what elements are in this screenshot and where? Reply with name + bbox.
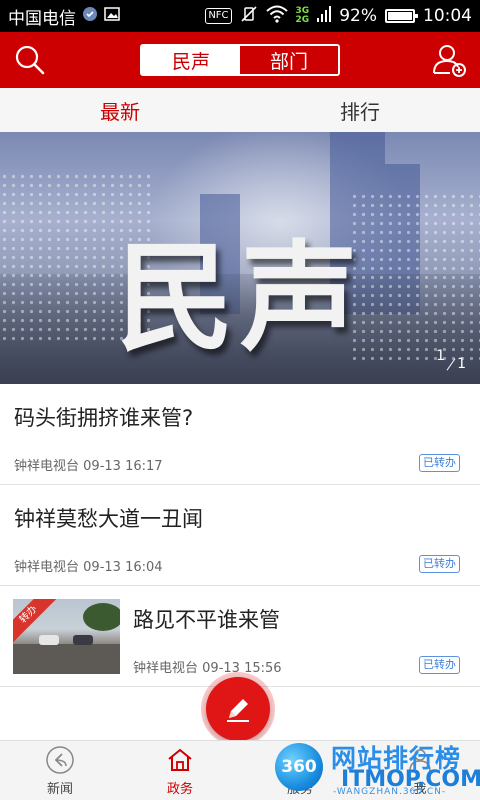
nav-label: 新闻 — [46, 781, 73, 797]
content-tabs: 最新 排行 — [0, 88, 480, 132]
news-meta: 钟祥电视台 09-13 16:17 — [14, 459, 163, 474]
vibrate-off-icon — [240, 5, 258, 28]
search-icon — [15, 45, 45, 75]
pencil-icon — [227, 699, 249, 722]
image-icon — [104, 6, 120, 27]
news-title: 钟祥莫愁大道一丑闻 — [14, 507, 203, 531]
news-meta: 钟祥电视台 09-13 15:56 — [133, 661, 282, 676]
status-badge: 已转办 — [419, 656, 460, 674]
segment-switch: 民声 部门 — [140, 44, 340, 76]
network-type-icon: 3G 2G — [295, 6, 310, 25]
signal-icon — [317, 5, 332, 28]
app-screen: 中国电信 NFC 3G 2G 92% 10:04 民声 部门 最新 排行 民声 … — [0, 0, 480, 800]
banner-carousel[interactable]: 民声 11 — [0, 132, 480, 384]
battery-percent: 92% — [339, 6, 377, 26]
nav-label: 政务 — [166, 781, 193, 797]
clock: 10:04 — [423, 6, 472, 26]
nfc-icon: NFC — [205, 8, 232, 24]
segment-bumen[interactable]: 部门 — [240, 46, 338, 74]
banner-title: 民声 — [115, 228, 364, 367]
news-meta: 钟祥电视台 09-13 16:04 — [14, 560, 163, 575]
list-item[interactable]: 码头街拥挤谁来管? 钟祥电视台 09-13 16:17 已转办 — [0, 384, 480, 485]
nav-item-news[interactable]: 新闻 — [0, 741, 120, 800]
segment-minsheng[interactable]: 民声 — [142, 46, 240, 74]
user-group-button[interactable] — [432, 42, 468, 78]
list-item[interactable]: 钟祥莫愁大道一丑闻 钟祥电视台 09-13 16:04 已转办 — [0, 485, 480, 586]
nav-item-government[interactable]: 政务 — [120, 741, 240, 800]
user-group-icon — [433, 45, 466, 77]
carrier-label: 中国电信 — [8, 8, 76, 29]
shield-icon — [82, 6, 98, 27]
banner-page-indicator: 11 — [436, 348, 466, 372]
app-header: 民声 部门 — [0, 32, 480, 88]
battery-icon — [385, 9, 418, 23]
wifi-icon — [265, 5, 288, 28]
tab-latest[interactable]: 最新 — [0, 88, 240, 132]
status-badge: 已转办 — [419, 555, 460, 573]
back-circle-icon — [45, 745, 75, 775]
search-button[interactable] — [12, 42, 48, 78]
tab-ranking[interactable]: 排行 — [240, 88, 480, 132]
home-icon — [165, 745, 195, 775]
status-badge: 已转办 — [419, 454, 460, 472]
list-item[interactable]: 转办 路见不平谁来管 钟祥电视台 09-13 15:56 已转办 — [0, 586, 480, 687]
news-thumbnail: 转办 — [13, 599, 120, 674]
watermark-logo: 360 — [275, 743, 323, 791]
news-title: 码头街拥挤谁来管? — [14, 406, 194, 430]
watermark-url: -WANGZHAN.360.CN- — [333, 787, 447, 797]
watermark: 360 网站排行榜 ITMOP.COM -WANGZHAN.360.CN- — [275, 735, 480, 800]
status-bar: 中国电信 NFC 3G 2G 92% 10:04 — [0, 0, 480, 32]
news-list: 码头街拥挤谁来管? 钟祥电视台 09-13 16:17 已转办 钟祥莫愁大道一丑… — [0, 384, 480, 687]
compose-fab-button[interactable] — [206, 677, 270, 741]
news-title: 路见不平谁来管 — [133, 608, 280, 632]
